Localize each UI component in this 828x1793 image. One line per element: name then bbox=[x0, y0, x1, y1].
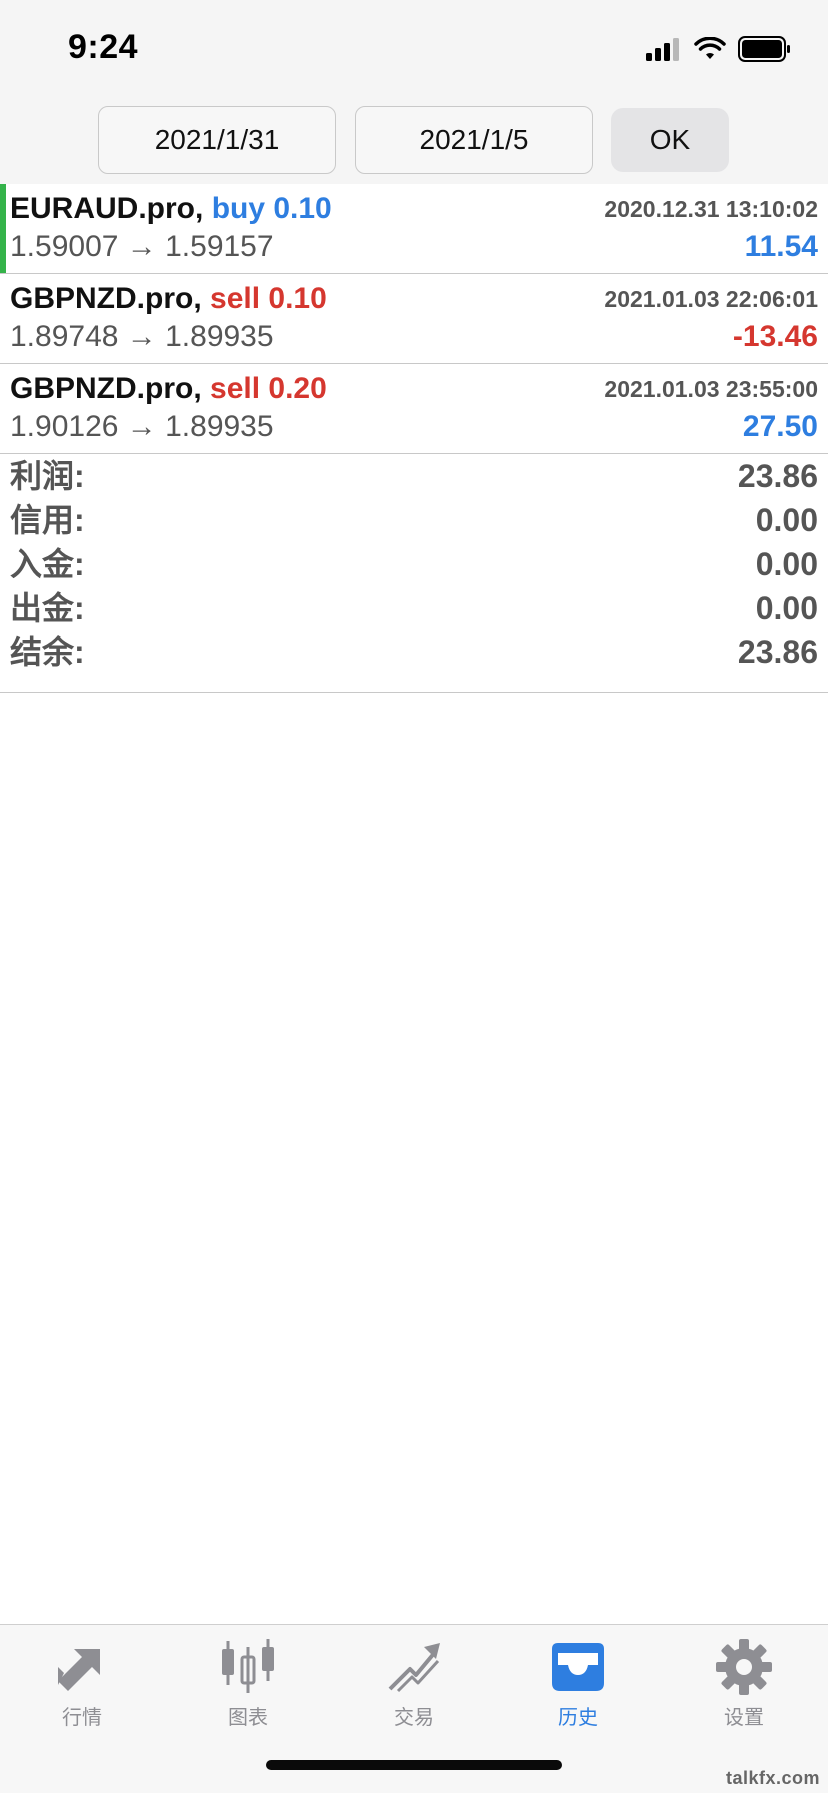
tab-trade[interactable]: 交易 bbox=[354, 1637, 474, 1737]
deal-symbol: EURAUD.pro, bbox=[10, 192, 204, 225]
date-to-field[interactable]: 2021/1/5 bbox=[355, 106, 593, 174]
tab-charts[interactable]: 图表 bbox=[188, 1637, 308, 1737]
wifi-icon bbox=[694, 37, 726, 59]
summary-value: 23.86 bbox=[737, 634, 818, 670]
deal-row[interactable]: GBPNZD.pro, sell 0.20 2021.01.03 23:55:0… bbox=[0, 364, 828, 454]
deal-side: buy 0.10 bbox=[211, 192, 332, 225]
deal-symbol: GBPNZD.pro, bbox=[10, 282, 202, 315]
trade-chart-icon bbox=[388, 1643, 440, 1693]
tab-label: 历史 bbox=[558, 1707, 598, 1729]
deal-profit: -13.46 bbox=[732, 320, 818, 353]
tab-label: 设置 bbox=[724, 1707, 764, 1729]
tab-label: 行情 bbox=[62, 1707, 102, 1729]
status-bar: 9:24 bbox=[0, 0, 828, 100]
deal-prices: 1.90126 → 1.89935 bbox=[10, 410, 274, 443]
date-filter-bar: 2021/1/31 2021/1/5 OK bbox=[0, 100, 828, 185]
deal-time: 2021.01.03 22:06:01 bbox=[604, 286, 818, 312]
summary-value: 23.86 bbox=[737, 458, 818, 494]
deal-prices: 1.89748 → 1.89935 bbox=[10, 320, 274, 353]
watermark: talkfx.com bbox=[725, 1768, 820, 1788]
tab-label: 交易 bbox=[394, 1707, 434, 1729]
deal-row[interactable]: GBPNZD.pro, sell 0.10 2021.01.03 22:06:0… bbox=[0, 274, 828, 364]
status-icons bbox=[646, 34, 792, 64]
summary-credit-row: 信用: 0.00 bbox=[0, 498, 828, 542]
deal-prices: 1.59007 → 1.59157 bbox=[10, 230, 274, 263]
date-from-field[interactable]: 2021/1/31 bbox=[98, 106, 336, 174]
ok-button[interactable]: OK bbox=[611, 108, 729, 172]
status-time: 9:24 bbox=[68, 28, 139, 66]
deal-header: EURAUD.pro, buy 0.10 bbox=[10, 192, 332, 226]
account-summary: 利润: 23.86 信用: 0.00 入金: 0.00 出金: 0.00 结余:… bbox=[0, 454, 828, 693]
summary-deposit-row: 入金: 0.00 bbox=[0, 542, 828, 586]
home-indicator bbox=[266, 1760, 562, 1770]
deal-profit: 27.50 bbox=[742, 410, 818, 443]
deal-symbol: GBPNZD.pro, bbox=[10, 372, 202, 405]
summary-withdrawal-row: 出金: 0.00 bbox=[0, 586, 828, 630]
deal-time: 2021.01.03 23:55:00 bbox=[604, 376, 818, 402]
tab-settings[interactable]: 设置 bbox=[684, 1637, 804, 1737]
deal-side: sell 0.10 bbox=[210, 282, 327, 315]
summary-label: 利润: bbox=[10, 458, 85, 494]
deal-list: EURAUD.pro, buy 0.10 2020.12.31 13:10:02… bbox=[0, 184, 828, 454]
summary-label: 信用: bbox=[10, 502, 85, 538]
quotes-arrows-icon bbox=[58, 1649, 100, 1691]
summary-label: 出金: bbox=[10, 590, 85, 626]
deal-header: GBPNZD.pro, sell 0.20 bbox=[10, 372, 327, 406]
deal-header: GBPNZD.pro, sell 0.10 bbox=[10, 282, 327, 316]
summary-profit-row: 利润: 23.86 bbox=[0, 454, 828, 498]
cellular-signal-icon bbox=[646, 38, 679, 61]
summary-value: 0.00 bbox=[755, 546, 818, 582]
deal-time: 2020.12.31 13:10:02 bbox=[604, 196, 818, 222]
summary-value: 0.00 bbox=[755, 502, 818, 538]
tab-label: 图表 bbox=[228, 1707, 268, 1729]
deal-profit: 11.54 bbox=[744, 230, 818, 263]
history-inbox-icon bbox=[552, 1643, 604, 1691]
summary-balance-row: 结余: 23.86 bbox=[0, 630, 828, 674]
summary-value: 0.00 bbox=[755, 590, 818, 626]
tab-history[interactable]: 历史 bbox=[518, 1637, 638, 1737]
gear-icon bbox=[716, 1639, 772, 1695]
battery-icon bbox=[738, 36, 790, 62]
candlestick-chart-icon bbox=[222, 1639, 274, 1693]
tab-quotes[interactable]: 行情 bbox=[22, 1637, 142, 1737]
deal-row[interactable]: EURAUD.pro, buy 0.10 2020.12.31 13:10:02… bbox=[0, 184, 828, 274]
deal-side: sell 0.20 bbox=[210, 372, 327, 405]
summary-label: 入金: bbox=[10, 546, 85, 582]
summary-label: 结余: bbox=[10, 634, 85, 670]
